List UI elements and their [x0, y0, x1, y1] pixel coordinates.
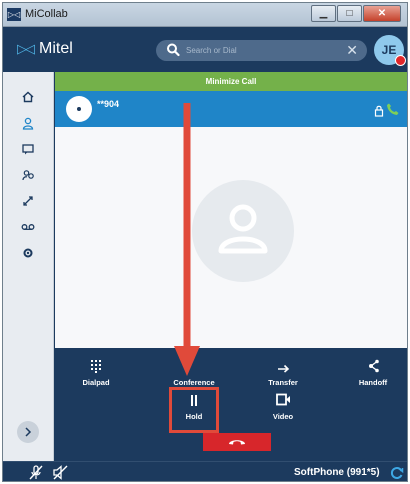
presence-status-dot	[395, 55, 406, 66]
caller-number: **904	[97, 99, 120, 109]
sidebar-item-people[interactable]	[18, 165, 38, 185]
active-call-row[interactable]: **904	[55, 91, 407, 127]
search-bar[interactable]: ✕	[156, 40, 367, 61]
minimize-window-button[interactable]: ▁	[311, 5, 336, 22]
window-title: MiCollab	[25, 8, 68, 20]
micollab-window: ▷◁ MiCollab ▁ □ ✕ ▷◁ Mitel ✕ JE	[2, 2, 408, 482]
contacts-icon	[22, 117, 34, 130]
minimize-icon: ▁	[319, 8, 328, 19]
search-icon	[167, 43, 180, 57]
video-camera-icon	[275, 393, 290, 406]
chevron-right-icon	[25, 427, 32, 437]
sidebar-item-chat[interactable]	[18, 139, 38, 159]
logo-text: Mitel	[39, 40, 73, 57]
conference-icon	[188, 361, 200, 373]
minimize-call-button[interactable]: Minimize Call	[55, 72, 407, 91]
transfer-button[interactable]: Transfer	[248, 355, 318, 387]
avatar-initials: JE	[381, 43, 397, 57]
video-label: Video	[272, 412, 294, 421]
sidebar-item-home[interactable]	[18, 87, 38, 107]
maximize-window-button[interactable]: □	[337, 5, 362, 22]
sidebar-item-contacts[interactable]	[18, 113, 38, 133]
contact-placeholder-avatar	[192, 180, 294, 282]
voicemail-icon	[21, 224, 35, 230]
mitel-logo-icon: ▷◁	[17, 41, 35, 56]
maximize-icon: □	[346, 8, 353, 19]
transfer-label: Transfer	[268, 378, 298, 387]
conference-button[interactable]: Conference	[159, 355, 229, 387]
end-call-button[interactable]	[203, 433, 271, 451]
conference-label: Conference	[173, 378, 215, 387]
speaker-muted-icon[interactable]	[53, 465, 68, 480]
video-button[interactable]: Video	[248, 392, 318, 421]
sidebar-item-voicemail[interactable]	[18, 217, 38, 237]
clear-search-icon[interactable]: ✕	[346, 41, 358, 59]
call-controls-panel: Dialpad Conference Transfer Handoff Hold…	[55, 348, 407, 461]
search-input[interactable]	[186, 42, 336, 59]
hold-highlight-box	[169, 387, 219, 433]
sync-icon[interactable]	[390, 466, 404, 480]
sidebar-item-transfer[interactable]	[18, 191, 38, 211]
transfer-arrow-icon	[277, 364, 289, 373]
status-bar: SoftPhone (991*5)	[3, 461, 407, 481]
expand-sidebar-button[interactable]	[17, 421, 39, 443]
handoff-button[interactable]: Handoff	[338, 355, 407, 387]
lock-icon	[374, 105, 384, 117]
call-content-area	[55, 127, 407, 348]
sidebar-item-settings[interactable]	[18, 243, 38, 263]
micollab-app-icon: ▷◁	[7, 8, 21, 21]
app-header: ▷◁ Mitel ✕ JE	[3, 28, 407, 72]
mic-muted-icon[interactable]	[29, 465, 43, 480]
hang-up-icon	[229, 440, 245, 445]
softphone-status[interactable]: SoftPhone (991*5)	[294, 467, 380, 478]
dialpad-icon	[91, 360, 101, 373]
handoff-label: Handoff	[358, 378, 388, 387]
close-window-button[interactable]: ✕	[363, 5, 401, 22]
user-silhouette-icon	[218, 204, 268, 254]
user-avatar[interactable]: JE	[374, 35, 406, 66]
close-icon: ✕	[377, 8, 387, 19]
caller-avatar	[66, 96, 92, 122]
window-title-bar[interactable]: ▷◁ MiCollab ▁ □ ✕	[3, 3, 407, 27]
mitel-logo: ▷◁ Mitel	[17, 40, 73, 58]
left-sidebar	[3, 72, 54, 461]
dialpad-button[interactable]: Dialpad	[61, 355, 131, 387]
handoff-icon	[368, 359, 379, 373]
phone-icon	[387, 103, 399, 115]
dialpad-label: Dialpad	[82, 378, 110, 387]
settings-icon	[23, 248, 33, 258]
transfer-icon	[23, 196, 33, 206]
chat-icon	[22, 143, 34, 154]
home-icon	[22, 91, 34, 103]
people-icon	[21, 169, 34, 180]
